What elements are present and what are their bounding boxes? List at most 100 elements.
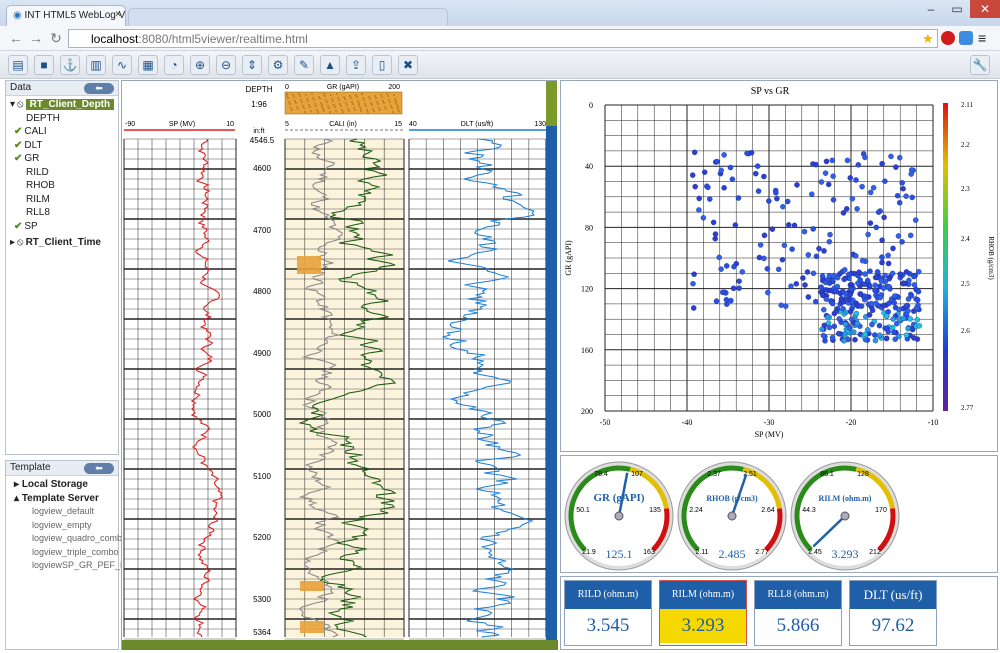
data-point: [712, 231, 719, 237]
data-point: [830, 173, 836, 179]
data-point: [879, 259, 885, 266]
data-point: [854, 320, 861, 327]
wrench-icon[interactable]: 🔧: [970, 55, 990, 75]
maximize-icon[interactable]: ▭: [944, 0, 970, 18]
menu-icon[interactable]: ≡: [978, 30, 986, 46]
log-tracks[interactable]: DEPTH 1:96 in:ft 0 GR (gAPI) 200 -90 SP (MV) 10 5…: [122, 81, 558, 651]
data-tree-item[interactable]: ▸ ⦸ RT_Client_Time: [10, 236, 101, 250]
data-tree-item[interactable]: ✔ SP: [14, 220, 38, 234]
data-point: [885, 328, 891, 335]
gauge-tick-label: 2.45: [808, 549, 822, 556]
grid-icon[interactable]: ▦: [138, 55, 158, 75]
fit-icon[interactable]: ⇕: [242, 55, 262, 75]
back-icon[interactable]: ←: [8, 30, 24, 46]
template-tree-item[interactable]: ▸ Local Storage: [14, 478, 88, 492]
fill-dot: [301, 101, 303, 103]
scale-label: 1:96: [251, 100, 267, 109]
bookmark-star-icon[interactable]: ★: [922, 31, 934, 47]
data-tree-item[interactable]: RILD: [26, 166, 49, 180]
data-point: [897, 271, 903, 277]
data-point: [785, 222, 792, 228]
collapse-arrow-icon[interactable]: ⬅: [84, 83, 114, 94]
data-tree-item[interactable]: ✔ CALI: [14, 125, 47, 139]
fill-dot: [376, 101, 378, 103]
line-chart-icon[interactable]: ∿: [112, 55, 132, 75]
data-tree-label: DEPTH: [26, 112, 60, 124]
delete-icon[interactable]: ✖: [398, 55, 418, 75]
sp-vs-gr-crossplot[interactable]: SP vs GR -50 -40 -30 -20 -10 0 40 80 120 160 200 SP …: [561, 81, 999, 453]
gauge-tick-label: 163: [643, 549, 655, 556]
fill-dot: [381, 96, 383, 98]
data-tree-item[interactable]: ▾ ⦸ RT_Client_Depth: [10, 98, 115, 112]
template-tree-item[interactable]: logview_empty: [32, 519, 92, 533]
background-tab[interactable]: [128, 8, 448, 26]
browser-tab[interactable]: ◉ INT HTML5 WebLog Viewer ×: [6, 5, 126, 26]
data-point: [879, 160, 885, 167]
data-point: [847, 308, 854, 315]
template-tree-item[interactable]: logview_triple_combo: [32, 546, 119, 560]
settings-icon[interactable]: ⚙: [268, 55, 288, 75]
data-point: [701, 169, 708, 175]
save-icon[interactable]: ■: [34, 55, 54, 75]
data-point: [826, 324, 833, 331]
extension-icon[interactable]: [941, 31, 955, 45]
forward-icon[interactable]: →: [28, 30, 44, 46]
values-panel: RILD (ohm.m) 3.545 RILM (ohm.m) 3.293 RLL8 (…: [560, 576, 998, 650]
template-tree-item[interactable]: logviewSP_GR_PEF_D1: [32, 559, 132, 573]
expand-icon[interactable]: ▾: [10, 99, 15, 110]
data-tree-item[interactable]: ✔ GR: [14, 152, 39, 166]
data-point: [778, 302, 784, 308]
data-point: [869, 307, 876, 314]
tab-close-icon[interactable]: ×: [115, 9, 121, 20]
data-tree-item[interactable]: RLL8: [26, 206, 50, 220]
zoom-in-icon[interactable]: ⊕: [190, 55, 210, 75]
expand-icon[interactable]: ▸: [14, 479, 22, 490]
fill-dot: [375, 97, 377, 99]
export-icon[interactable]: ⇪: [346, 55, 366, 75]
data-tree-item[interactable]: RHOB: [26, 179, 55, 193]
data-tree-item[interactable]: DEPTH: [26, 112, 60, 126]
data-point: [872, 287, 878, 294]
minimize-icon[interactable]: –: [918, 0, 944, 18]
data-point: [775, 266, 782, 273]
rig-icon[interactable]: ▲: [320, 55, 340, 75]
address-bar[interactable]: localhost:8080/html5viewer/realtime.html: [68, 29, 938, 48]
url-path: :8080/html5viewer/realtime.html: [138, 32, 308, 46]
data-point: [761, 173, 767, 180]
globe-icon: ◉: [13, 10, 22, 21]
template-tree-item[interactable]: logview_quadro_combo: [32, 532, 127, 546]
data-point: [805, 294, 812, 300]
fill-dot: [369, 98, 371, 100]
document-icon[interactable]: ▯: [372, 55, 392, 75]
fill-dot: [357, 100, 359, 102]
pencil-icon[interactable]: ✎: [294, 55, 314, 75]
data-point: [813, 298, 819, 305]
zoom-out-icon[interactable]: ⊖: [216, 55, 236, 75]
data-tree-item[interactable]: RILM: [26, 193, 50, 207]
gauge-icon[interactable]: ◔: [164, 55, 184, 75]
template-tree-item[interactable]: logview_default: [32, 505, 94, 519]
gauge-tick-label: 107: [631, 471, 643, 478]
well-icon[interactable]: ⚓: [60, 55, 80, 75]
expand-icon[interactable]: ▸: [10, 237, 15, 248]
template-tree-item[interactable]: ▴ Template Server: [14, 492, 99, 506]
collapse-arrow-icon[interactable]: ⬅: [84, 463, 114, 474]
data-point: [696, 195, 702, 202]
data-tree-label: RT_Client_Time: [25, 237, 101, 248]
depth-track: [238, 139, 284, 637]
fill-dot: [364, 103, 366, 105]
open-icon[interactable]: ▤: [8, 55, 28, 75]
gauge-tick-label: 50.1: [576, 507, 590, 514]
expand-icon[interactable]: ▴: [14, 493, 22, 504]
bar-chart-icon[interactable]: ▥: [86, 55, 106, 75]
close-window-icon[interactable]: ✕: [970, 0, 1000, 18]
data-point: [909, 194, 915, 201]
data-point: [891, 293, 898, 299]
extension2-icon[interactable]: [959, 31, 973, 45]
fill-dot: [322, 108, 324, 110]
reload-icon[interactable]: ↻: [48, 30, 64, 46]
fill-dot: [313, 99, 315, 101]
data-point: [757, 242, 764, 248]
data-tree-item[interactable]: ✔ DLT: [14, 139, 43, 153]
fill-dot: [396, 104, 398, 106]
